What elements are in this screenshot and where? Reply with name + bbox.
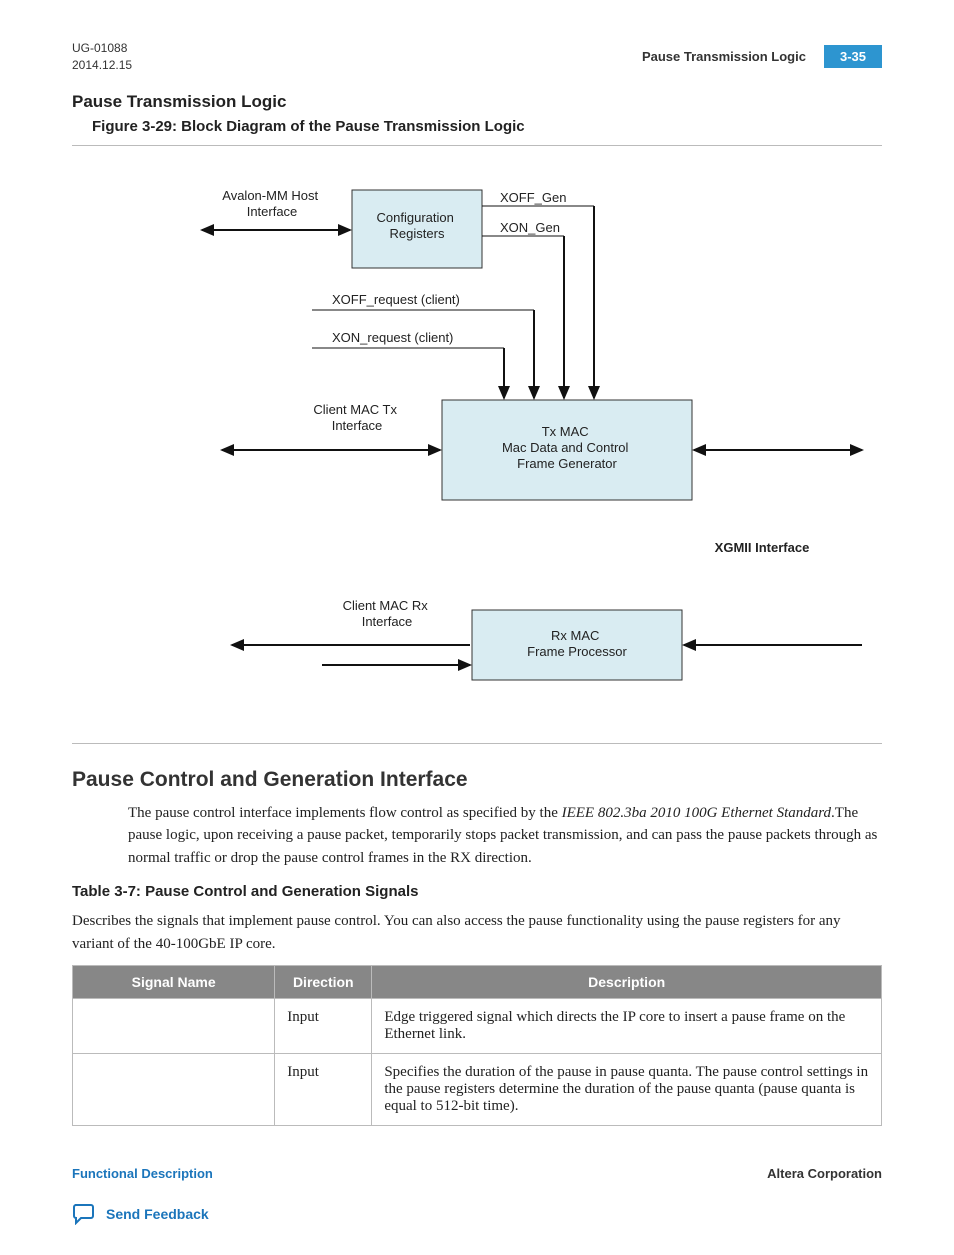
- send-feedback[interactable]: Send Feedback: [72, 1203, 882, 1225]
- xon-gen-label: XON_Gen: [500, 220, 560, 235]
- figure-block-diagram: Configuration Registers Avalon-MM Host I…: [72, 145, 882, 744]
- table-description: Describes the signals that implement pau…: [72, 910, 882, 955]
- page-number: 3-35: [824, 45, 882, 68]
- table-title: Table 3-7: Pause Control and Generation …: [72, 883, 882, 900]
- footer-corp: Altera Corporation: [767, 1166, 882, 1181]
- comment-icon: [72, 1203, 96, 1225]
- running-title: Pause Transmission Logic: [642, 49, 806, 64]
- header-left: UG-01088 2014.12.15: [72, 40, 132, 74]
- section2-heading: Pause Control and Generation Interface: [72, 768, 882, 792]
- footer-left-link[interactable]: Functional Description: [72, 1166, 213, 1181]
- table-row: Input Edge triggered signal which direct…: [73, 999, 882, 1054]
- col-signal-name: Signal Name: [73, 966, 275, 999]
- xon-req-label: XON_request (client): [332, 330, 453, 345]
- client-tx-label: Client MAC Tx Interface: [313, 402, 400, 433]
- col-description: Description: [372, 966, 882, 999]
- xgmii-label: XGMII Interface: [715, 540, 810, 555]
- figure-caption: Figure 3-29: Block Diagram of the Pause …: [92, 118, 882, 135]
- doc-id: UG-01088: [72, 40, 132, 57]
- avalon-label: Avalon-MM Host Interface: [222, 188, 321, 219]
- section2-paragraph: The pause control interface implements f…: [128, 802, 882, 870]
- send-feedback-label: Send Feedback: [106, 1206, 209, 1222]
- page-footer: Functional Description Altera Corporatio…: [72, 1166, 882, 1181]
- xoff-req-label: XOFF_request (client): [332, 292, 460, 307]
- page-header: UG-01088 2014.12.15 Pause Transmission L…: [72, 40, 882, 74]
- header-right: Pause Transmission Logic 3-35: [642, 45, 882, 68]
- col-direction: Direction: [275, 966, 372, 999]
- diagram-svg: Configuration Registers Avalon-MM Host I…: [72, 170, 882, 710]
- client-rx-label: Client MAC Rx Interface: [343, 598, 432, 629]
- table-row: Input Specifies the duration of the paus…: [73, 1054, 882, 1126]
- doc-date: 2014.12.15: [72, 57, 132, 74]
- xoff-gen-label: XOFF_Gen: [500, 190, 566, 205]
- section-heading: Pause Transmission Logic: [72, 92, 882, 112]
- signals-table: Signal Name Direction Description Input …: [72, 965, 882, 1126]
